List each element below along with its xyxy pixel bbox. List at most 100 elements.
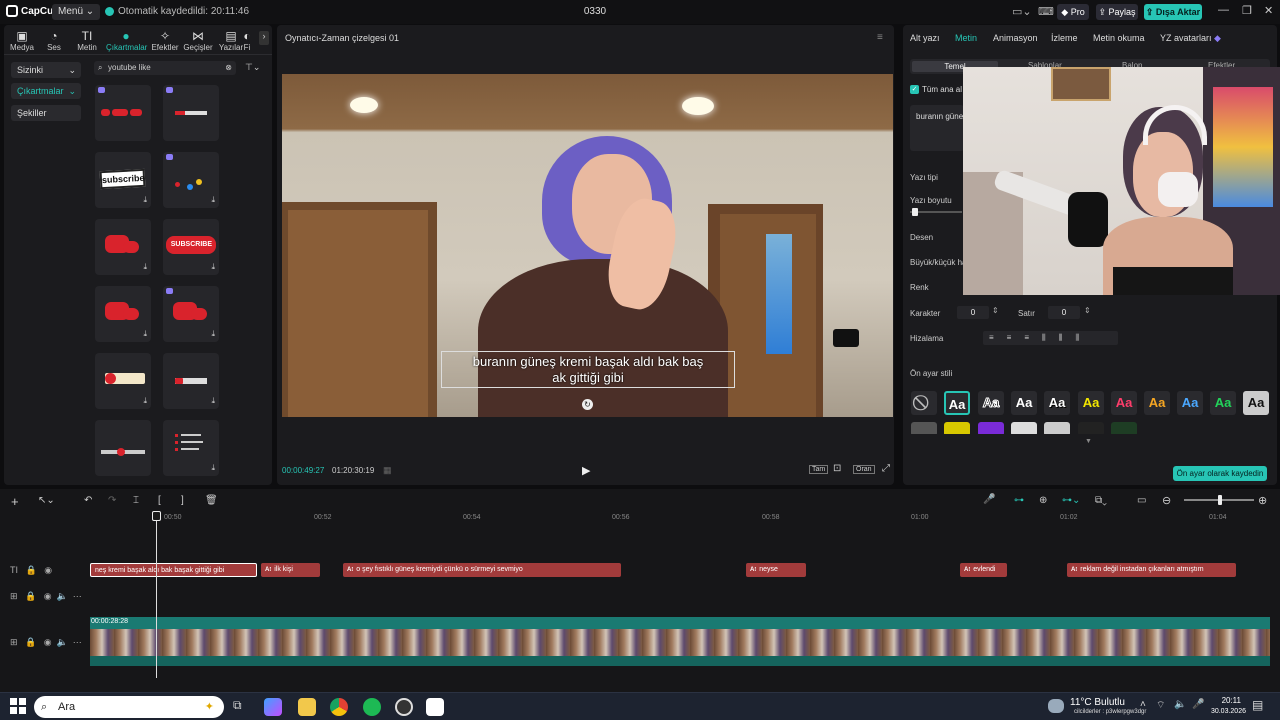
tab-audio[interactable]: ◔ Ses xyxy=(36,29,72,52)
link-icon[interactable]: ⊶ xyxy=(1014,495,1024,506)
trim-right-icon[interactable]: ] xyxy=(181,495,184,506)
pro-button[interactable]: ◆ Pro xyxy=(1057,4,1089,20)
main-menu-button[interactable]: Menü ⌄ xyxy=(52,4,101,20)
preset-style[interactable]: Aa xyxy=(1144,391,1170,415)
download-icon[interactable]: ⤓ xyxy=(211,262,215,272)
playhead[interactable] xyxy=(156,513,157,678)
notification-icon[interactable]: ▤ xyxy=(1252,698,1263,712)
trim-left-icon[interactable]: [ xyxy=(158,495,161,506)
snap-icon[interactable]: ⊕ xyxy=(1039,495,1047,506)
download-icon[interactable]: ⤓ xyxy=(211,329,215,339)
no-style-icon[interactable]: ⃠ xyxy=(911,391,937,415)
tab-media[interactable]: ▣ Medya xyxy=(4,29,40,52)
sticker-tile[interactable]: ⤓ xyxy=(163,286,219,342)
sticker-tile[interactable]: SUBSCRIBE ⤓ xyxy=(163,219,219,275)
microphone-icon[interactable]: 🎤 xyxy=(983,494,995,505)
sticker-tile[interactable]: ⤓ xyxy=(95,286,151,342)
add-icon[interactable]: + xyxy=(11,494,19,509)
weather-widget[interactable]: 11°C Bulutlu xyxy=(1070,697,1125,708)
clock-time[interactable]: 20:11 xyxy=(1205,696,1241,705)
maximize-icon[interactable]: ❐ xyxy=(1242,4,1252,17)
preset-style[interactable]: Aa xyxy=(1243,391,1269,415)
screenshot-icon[interactable]: ⊡ xyxy=(833,463,841,474)
preset-style[interactable]: Aa xyxy=(1177,391,1203,415)
share-button[interactable]: ⇪ Paylaş xyxy=(1096,4,1138,20)
tab-tracking[interactable]: İzleme xyxy=(1051,33,1078,43)
clock-date[interactable]: 30.03.2026 xyxy=(1200,708,1246,715)
export-button[interactable]: ⇪ Dışa Aktar xyxy=(1144,4,1202,20)
sticker-tile[interactable]: ⤓ xyxy=(163,420,219,476)
audio-track-controls[interactable]: ⊞ 🔒 ◉ 🔈 ⋯ xyxy=(10,591,82,602)
tray-chevron-icon[interactable]: ˄ xyxy=(1140,699,1146,710)
preset-style[interactable]: Aa xyxy=(1011,391,1037,415)
stepper-icon[interactable]: ⇕ xyxy=(992,306,999,315)
sticker-tile[interactable]: ⤓ xyxy=(95,219,151,275)
sticker-tile[interactable] xyxy=(95,420,151,476)
tab-text[interactable]: Metin xyxy=(955,33,977,43)
size-slider[interactable] xyxy=(910,208,962,216)
play-button[interactable]: ▶ xyxy=(582,464,590,477)
clear-icon[interactable]: ⊗ xyxy=(225,61,232,75)
windows-start-icon[interactable] xyxy=(10,698,26,714)
zoom-slider[interactable] xyxy=(1184,495,1254,505)
tab-text[interactable]: TI Metin xyxy=(69,29,105,52)
zoom-in-icon[interactable]: ⊕ xyxy=(1258,494,1267,507)
preset-style[interactable]: Aa xyxy=(978,391,1004,415)
line-spacing-input[interactable]: 0 xyxy=(1048,306,1080,319)
tab-text-to-speech[interactable]: Metin okuma xyxy=(1093,33,1145,43)
layout-icon[interactable]: ▭⌄ xyxy=(1012,5,1032,19)
auto-reframe-icon[interactable]: ⧉⌄ xyxy=(1095,495,1107,506)
text-track-controls[interactable]: TI 🔒 ◉ xyxy=(10,565,52,576)
text-clip[interactable]: A⁝ reklam değil instadan çıkanları atmışt… xyxy=(1067,563,1236,577)
stepper-icon[interactable]: ⇕ xyxy=(1084,306,1091,315)
fullscreen-icon[interactable]: ⤢ xyxy=(882,463,890,474)
download-icon[interactable]: ⤓ xyxy=(211,396,215,406)
zoom-out-icon[interactable]: ⊖ xyxy=(1162,494,1171,507)
sticker-tile[interactable]: ⤓ xyxy=(163,353,219,409)
menu-icon[interactable]: ≡ xyxy=(877,32,883,43)
text-clip[interactable]: A⁝ neyse xyxy=(746,563,806,577)
tab-stickers[interactable]: ● Çıkartmalar xyxy=(106,29,147,52)
apply-all-checkbox[interactable]: ✓ xyxy=(910,85,919,94)
text-clip[interactable]: A⁝ o şey fıstıklı güneş kremiydi çünkü o … xyxy=(343,563,621,577)
tab-animation[interactable]: Animasyon xyxy=(993,33,1038,43)
sidebar-item-shapes[interactable]: Şekiller xyxy=(11,105,81,121)
sticker-tile[interactable]: subscribe ⤓ xyxy=(95,152,151,208)
undo-icon[interactable]: ↶ xyxy=(84,495,92,506)
delete-icon[interactable]: 🗑 xyxy=(205,495,218,506)
cursor-tool-icon[interactable]: ↖⌄ xyxy=(38,495,55,506)
obs-icon[interactable] xyxy=(395,698,413,716)
tab-subtitle[interactable]: Alt yazı xyxy=(910,33,940,43)
shortcuts-icon[interactable]: ⌨ xyxy=(1038,5,1054,19)
timecode-icon[interactable]: ▦ xyxy=(383,465,392,476)
text-clip[interactable]: A⁝ evlendi xyxy=(960,563,1007,577)
preset-style[interactable]: Aa xyxy=(1078,391,1104,415)
full-quality-button[interactable]: Tam xyxy=(809,465,829,474)
preset-style[interactable]: Aa xyxy=(1044,391,1070,415)
split-icon[interactable]: ⌶ xyxy=(133,495,139,506)
tab-transitions[interactable]: ⋈ Geçişler xyxy=(180,29,216,52)
subtitle-selection-box[interactable]: buranın güneş kremi başak aldı bak baş a… xyxy=(441,351,735,388)
chrome-icon[interactable] xyxy=(330,698,348,716)
alignment-buttons[interactable]: ≡≡≡⫼⫼⫼ xyxy=(983,331,1118,345)
zoom-handle[interactable] xyxy=(1218,495,1222,505)
preset-style[interactable]: Aa xyxy=(1111,391,1137,415)
chevron-right-icon[interactable]: › xyxy=(259,31,269,45)
minimize-icon[interactable]: — xyxy=(1218,4,1229,16)
capcut-taskbar-icon[interactable] xyxy=(426,698,444,716)
char-spacing-input[interactable]: 0 xyxy=(957,306,989,319)
text-clip[interactable]: neş kremi başak aldı bak başak gittiği g… xyxy=(90,563,257,577)
video-track-controls[interactable]: ⊞ 🔒 ◉ 🔈 ⋯ xyxy=(10,637,82,648)
download-icon[interactable]: ⤓ xyxy=(143,195,147,205)
download-icon[interactable]: ⤓ xyxy=(211,195,215,205)
rotate-handle-icon[interactable]: ↻ xyxy=(582,399,593,410)
task-view-icon[interactable]: ⧉ xyxy=(233,698,242,713)
text-clip[interactable]: A⁝ ilk kişi xyxy=(261,563,320,577)
preview-axis-icon[interactable]: ⊶⌄ xyxy=(1062,495,1080,506)
speaker-icon[interactable]: 🔈 xyxy=(1174,699,1186,710)
copilot-icon[interactable] xyxy=(264,698,282,716)
expand-icon[interactable]: ▼ xyxy=(1085,438,1092,445)
download-icon[interactable]: ⤓ xyxy=(143,396,147,406)
sidebar-item-stickers[interactable]: Çıkartmalar ⌄ xyxy=(11,83,81,99)
redo-icon[interactable]: ↷ xyxy=(108,495,116,506)
